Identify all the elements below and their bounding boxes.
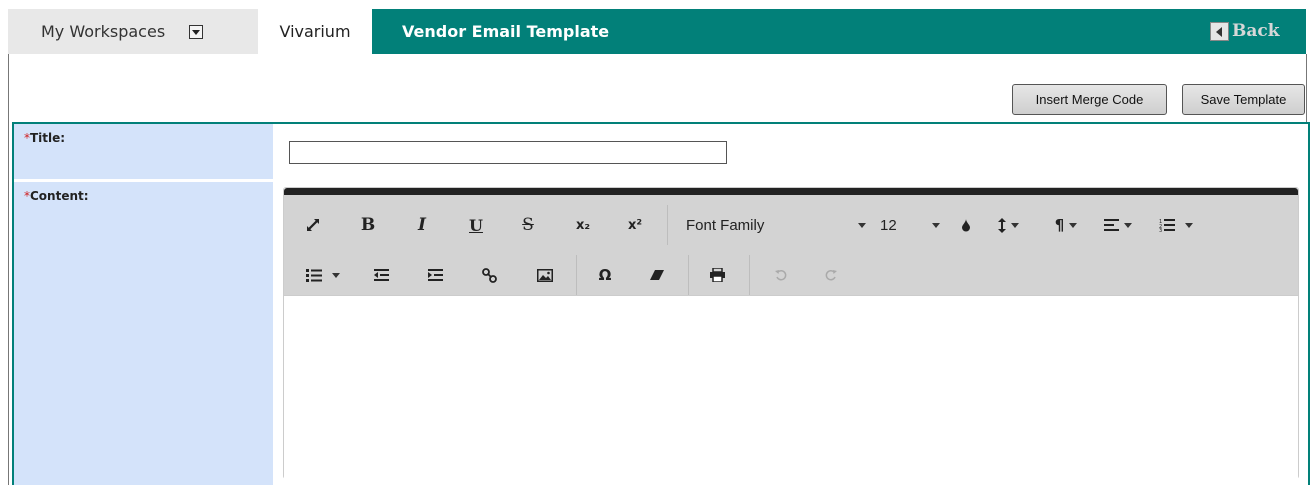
insert-merge-code-button[interactable]: Insert Merge Code: [1012, 84, 1167, 115]
toolbar-divider: [576, 255, 577, 295]
tab-vivarium[interactable]: Vivarium: [258, 9, 372, 54]
toolbar-divider: [688, 255, 689, 295]
back-label: Back: [1232, 21, 1280, 41]
outdent-icon[interactable]: [368, 259, 394, 291]
rich-text-editor: B I U S x₂ x² Font Family 12 ¶ 1 2 3 Ω: [283, 187, 1299, 480]
page: My Workspaces Vivarium Vendor Email Temp…: [0, 0, 1314, 485]
align-button[interactable]: [1098, 209, 1138, 241]
paragraph-format-button[interactable]: ¶: [1046, 209, 1086, 241]
italic-button[interactable]: I: [410, 209, 434, 241]
left-border: [8, 54, 9, 485]
chevron-down-icon: [932, 222, 940, 228]
font-family-label: Font Family: [686, 216, 765, 234]
back-button[interactable]: Back: [1210, 19, 1280, 43]
font-size-value: 12: [880, 216, 897, 234]
image-icon[interactable]: [532, 259, 558, 291]
text-color-icon[interactable]: [956, 209, 976, 241]
page-title: Vendor Email Template: [402, 22, 610, 41]
chevron-down-icon: [1069, 222, 1078, 228]
superscript-button[interactable]: x²: [622, 209, 648, 241]
content-label: Content:: [30, 189, 89, 203]
editor-toolbar: B I U S x₂ x² Font Family 12 ¶ 1 2 3 Ω: [284, 195, 1298, 295]
content-label-cell: *Content:: [14, 182, 273, 485]
clear-formatting-icon[interactable]: [644, 259, 670, 291]
subscript-button[interactable]: x₂: [570, 209, 596, 241]
chevron-down-icon[interactable]: [189, 24, 204, 39]
unordered-list-button[interactable]: [300, 259, 346, 291]
editor-top-border: [284, 188, 1298, 195]
title-label-cell: *Title:: [14, 124, 273, 179]
title-input[interactable]: [289, 141, 727, 164]
chevron-down-icon: [858, 222, 866, 228]
print-icon[interactable]: [704, 259, 730, 291]
undo-icon[interactable]: [770, 259, 792, 291]
underline-button[interactable]: U: [464, 209, 488, 241]
redo-icon[interactable]: [820, 259, 842, 291]
chevron-down-icon: [1124, 222, 1132, 228]
line-height-button[interactable]: [988, 209, 1028, 241]
svg-text:3: 3: [1159, 228, 1162, 232]
font-size-select[interactable]: 12: [880, 209, 940, 241]
save-template-button[interactable]: Save Template: [1182, 84, 1305, 115]
chevron-down-icon: [332, 272, 340, 278]
special-characters-button[interactable]: Ω: [592, 259, 618, 291]
toolbar-divider: [667, 205, 668, 245]
title-label: Title:: [30, 131, 66, 145]
fullscreen-icon[interactable]: [300, 209, 326, 241]
chevron-down-icon: [1010, 222, 1019, 228]
strikethrough-button[interactable]: S: [516, 209, 540, 241]
toolbar-divider: [749, 255, 750, 295]
bold-button[interactable]: B: [356, 209, 380, 241]
link-icon[interactable]: [476, 259, 502, 291]
chevron-down-icon: [1185, 222, 1193, 228]
back-arrow-icon: [1210, 21, 1229, 41]
font-family-select[interactable]: Font Family: [686, 209, 866, 241]
indent-icon[interactable]: [422, 259, 448, 291]
editor-content-area[interactable]: [284, 295, 1298, 480]
tab-my-workspaces[interactable]: My Workspaces: [8, 9, 258, 54]
right-border: [1306, 54, 1307, 124]
pilcrow-icon: ¶: [1054, 216, 1065, 234]
ordered-list-button[interactable]: 123: [1152, 209, 1200, 241]
workspaces-label: My Workspaces: [41, 22, 166, 41]
